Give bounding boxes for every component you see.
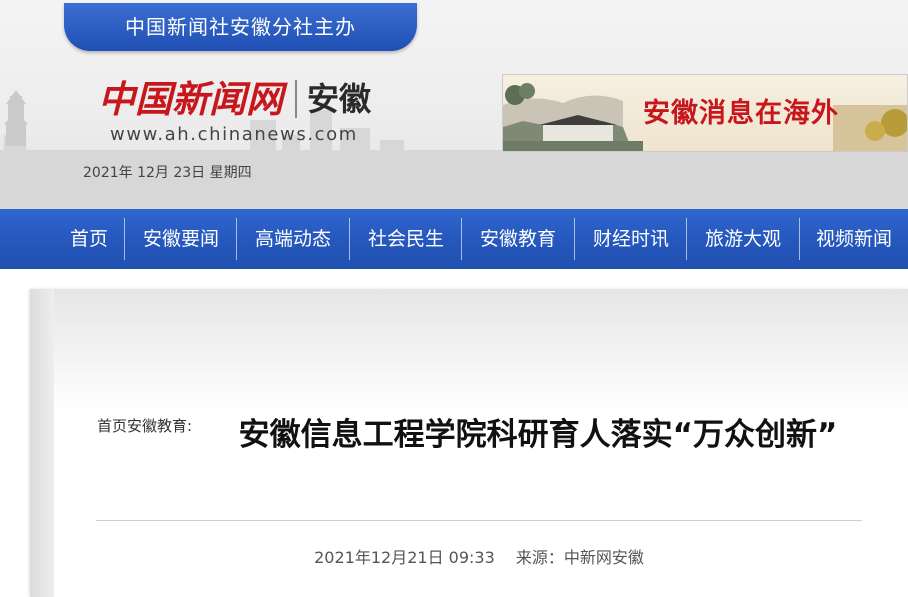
site-header: 中国新闻社安徽分社主办 中国新闻网 安徽 www.ah.chinanews.co… xyxy=(0,0,908,209)
logo-region-label[interactable]: 安徽 xyxy=(307,76,371,122)
nav-item-society[interactable]: 社会民生 xyxy=(350,209,462,269)
current-date: 2021年 12月 23日 星期四 xyxy=(83,165,252,181)
main-nav: 首页 安徽要闻 高端动态 社会民生 安徽教育 财经时讯 旅游大观 视频新闻 xyxy=(0,209,908,269)
panel-side-strip xyxy=(30,289,54,597)
nav-item-finance[interactable]: 财经时讯 xyxy=(575,209,687,269)
nav-item-video[interactable]: 视频新闻 xyxy=(800,209,908,269)
nav-item-high-level[interactable]: 高端动态 xyxy=(237,209,349,269)
nav-item-anhui-news[interactable]: 安徽要闻 xyxy=(125,209,237,269)
organizer-banner: 中国新闻社安徽分社主办 xyxy=(64,3,417,51)
ad-banner[interactable]: 安徽消息在海外 xyxy=(502,74,908,152)
nav-item-home[interactable]: 首页 xyxy=(56,209,122,269)
article-source: 来源：中新网安徽 xyxy=(515,548,644,567)
ad-banner-text[interactable]: 安徽消息在海外 xyxy=(643,91,839,130)
breadcrumb[interactable]: 首页安徽教育: xyxy=(97,415,192,436)
title-divider xyxy=(96,520,862,521)
nav-item-education[interactable]: 安徽教育 xyxy=(462,209,574,269)
article-meta: 2021年12月21日 09:33 来源：中新网安徽 xyxy=(96,544,862,568)
article-title: 安徽信息工程学院科研育人落实“万众创新” xyxy=(238,417,838,453)
article-datetime: 2021年12月21日 09:33 xyxy=(314,548,495,567)
logo-divider xyxy=(295,80,297,118)
site-url: www.ah.chinanews.com xyxy=(110,124,358,145)
site-logo[interactable]: 中国新闻网 xyxy=(98,76,283,122)
nav-item-travel[interactable]: 旅游大观 xyxy=(687,209,799,269)
